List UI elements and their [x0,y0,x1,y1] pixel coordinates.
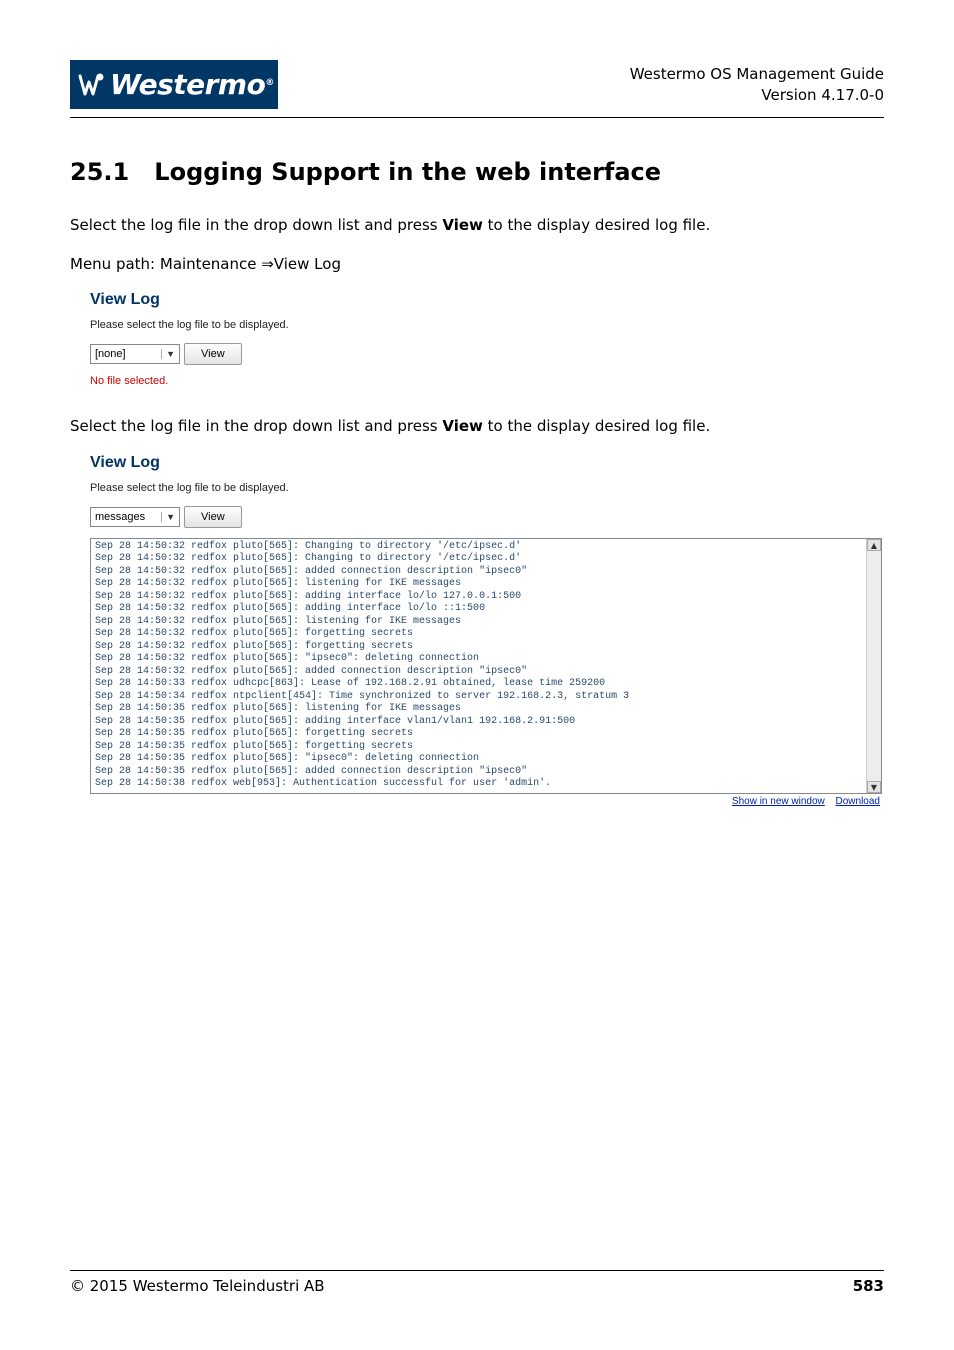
figure-view-log-messages: View Log Please select the log file to b… [90,454,884,807]
footer-rule [70,1270,884,1271]
log-lines: Sep 28 14:50:32 redfox pluto[565]: Chang… [91,539,881,793]
footer-page-number: 583 [853,1277,884,1295]
log-file-select-value: [none] [95,348,126,360]
paragraph-1: Select the log file in the drop down lis… [70,214,884,237]
logo-w-icon [78,72,106,98]
log-output-box: Sep 28 14:50:32 redfox pluto[565]: Chang… [90,538,882,794]
chevron-down-icon: ▼ [161,349,175,359]
paragraph-2: Select the log file in the drop down lis… [70,415,884,438]
no-file-message: No file selected. [90,375,884,387]
fig2-title: View Log [90,454,884,472]
fig2-subtitle: Please select the log file to be display… [90,482,884,494]
para1-text-c: to the display desired log file. [483,216,710,234]
guide-title: Westermo OS Management Guide [630,64,884,85]
figure-view-log-empty: View Log Please select the log file to b… [90,291,884,387]
para2-bold: View [442,417,483,435]
guide-version: Version 4.17.0-0 [630,85,884,106]
log-file-select-2[interactable]: messages ▼ [90,507,180,527]
log-file-select[interactable]: [none] ▼ [90,344,180,364]
section-heading: 25.1 Logging Support in the web interfac… [70,158,884,186]
logo: Westermo® [70,60,278,109]
show-new-window-link[interactable]: Show in new window [732,796,825,807]
header-rule [70,117,884,118]
section-title-text: Logging Support in the web interface [154,158,661,186]
registered-icon: ® [265,78,274,88]
fig1-subtitle: Please select the log file to be display… [90,319,884,331]
para1-text-a: Select the log file in the drop down lis… [70,216,442,234]
scroll-up-icon[interactable]: ▲ [867,539,881,551]
chevron-down-icon: ▼ [161,512,175,522]
download-link[interactable]: Download [836,796,880,807]
view-button[interactable]: View [184,343,242,365]
page-footer: © 2015 Westermo Teleindustri AB 583 [70,1262,884,1295]
para1-bold: View [442,216,483,234]
header-text: Westermo OS Management Guide Version 4.1… [630,64,884,106]
para2-text-c: to the display desired log file. [483,417,710,435]
menu-path: Menu path: Maintenance ⇒View Log [70,253,884,276]
log-links-row: Show in new window Download [90,796,880,807]
footer-copyright: © 2015 Westermo Teleindustri AB [70,1277,325,1295]
section-number: 25.1 [70,158,129,186]
log-file-select-2-value: messages [95,511,145,523]
view-button-2[interactable]: View [184,506,242,528]
scroll-down-icon[interactable]: ▼ [867,781,881,793]
para2-text-a: Select the log file in the drop down lis… [70,417,442,435]
fig1-title: View Log [90,291,884,309]
vertical-scrollbar[interactable]: ▲ ▼ [866,539,881,793]
logo-text: Westermo [110,68,265,101]
